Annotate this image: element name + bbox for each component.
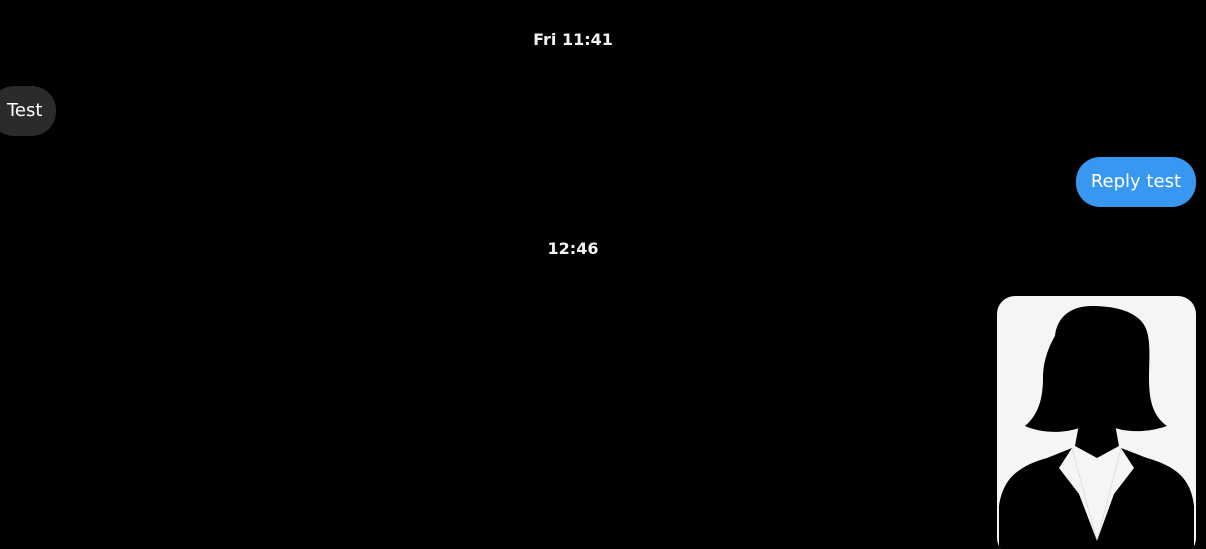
message-thread: Fri 11:41 Test Reply test 12:46 xyxy=(0,0,1206,549)
incoming-message-bubble[interactable]: Test xyxy=(0,86,57,136)
timestamp-label: 12:46 xyxy=(547,239,599,258)
image-message[interactable] xyxy=(997,296,1196,549)
timestamp-label: Fri 11:41 xyxy=(533,30,613,49)
outgoing-message-bubble[interactable]: Reply test xyxy=(1075,157,1196,207)
female-avatar-silhouette-icon xyxy=(999,306,1194,549)
